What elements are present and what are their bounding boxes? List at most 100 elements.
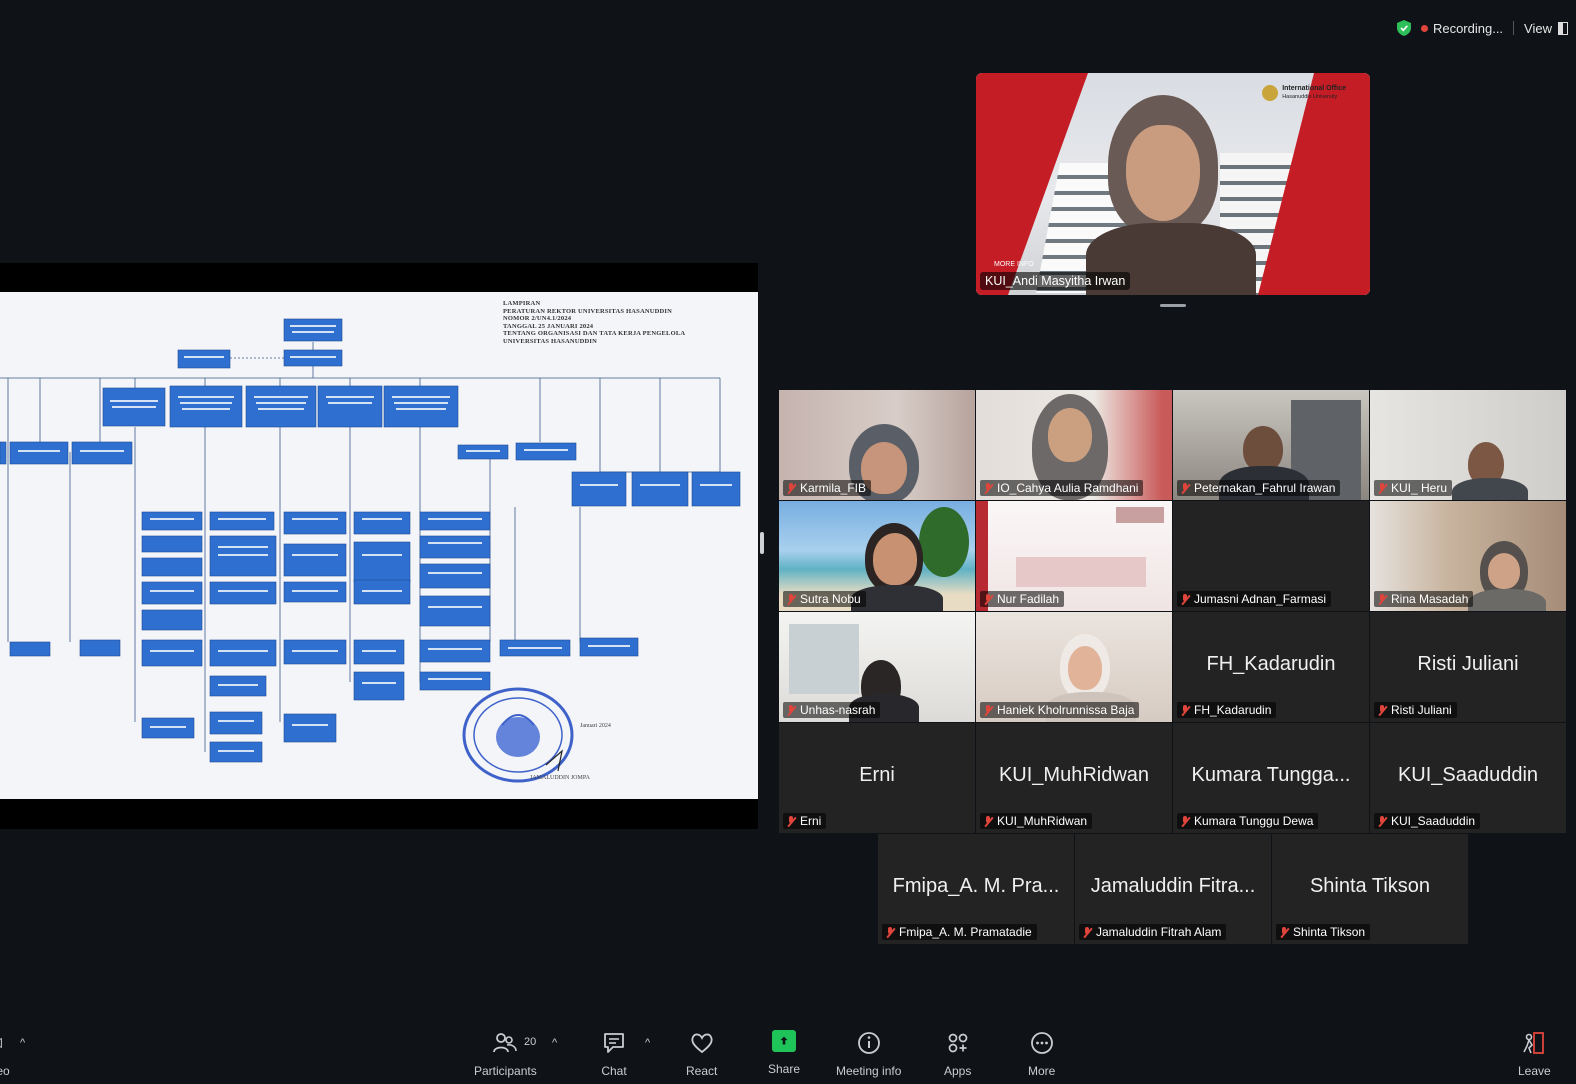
participant-name: IO_Cahya Aulia Ramdhani xyxy=(997,481,1139,495)
participants-label: Participants xyxy=(474,1064,537,1078)
participant-tile[interactable]: Rina Masadah xyxy=(1370,501,1566,611)
participant-name-tag: Nur Fadilah xyxy=(980,591,1065,607)
chat-button[interactable]: Chat xyxy=(601,1030,627,1078)
view-label: View xyxy=(1524,20,1552,36)
participants-icon xyxy=(493,1033,518,1053)
speaker-face xyxy=(1126,125,1200,221)
mic-muted-icon xyxy=(1180,593,1190,605)
mic-muted-icon xyxy=(983,704,993,716)
mic-muted-icon xyxy=(1377,815,1387,827)
participants-options-caret[interactable]: ^ xyxy=(552,1037,557,1049)
participant-name-tag: Jumasni Adnan_Farmasi xyxy=(1177,591,1332,607)
participant-name: Rina Masadah xyxy=(1391,592,1469,606)
participant-name-tag: Rina Masadah xyxy=(1374,591,1474,607)
participant-name: Jumasni Adnan_Farmasi xyxy=(1194,592,1327,606)
apps-button[interactable]: Apps xyxy=(944,1030,971,1078)
international-office-logo: International Office Hasanuddin Universi… xyxy=(1262,85,1346,101)
mic-muted-icon xyxy=(1082,926,1092,938)
participant-display-name: KUI_Saaduddin xyxy=(1397,764,1539,786)
doc-header-line: NOMOR 2/UN4.1/2024 xyxy=(503,315,572,323)
participant-tile[interactable]: Sutra Nobu xyxy=(779,501,975,611)
participant-tile[interactable]: Jumasni Adnan_Farmasi xyxy=(1173,501,1369,611)
share-screen-icon xyxy=(772,1030,797,1052)
participant-display-name: Risti Juliani xyxy=(1417,653,1519,675)
participant-display-name: FH_Kadarudin xyxy=(1206,653,1336,675)
participant-name-tag: Kumara Tunggu Dewa xyxy=(1177,813,1319,829)
mic-muted-icon xyxy=(1377,704,1387,716)
participant-face xyxy=(873,533,917,585)
participants-count: 20 xyxy=(524,1036,537,1048)
participant-name: Nur Fadilah xyxy=(997,592,1060,606)
mic-muted-icon xyxy=(885,926,895,938)
participant-tile[interactable]: Peternakan_Fahrul Irawan xyxy=(1173,390,1369,500)
shared-screen[interactable]: LAMPIRAN PERATURAN REKTOR UNIVERSITAS HA… xyxy=(0,263,758,829)
participant-tile[interactable]: Nur Fadilah xyxy=(976,501,1172,611)
participant-gallery-row: Fmipa_A. M. Pra... Fmipa_A. M. Pramatadi… xyxy=(878,834,1468,945)
participant-tile[interactable]: Kumara Tungga... Kumara Tunggu Dewa xyxy=(1173,723,1369,833)
participant-tile[interactable]: Karmila_FIB xyxy=(779,390,975,500)
participant-name-tag: Sutra Nobu xyxy=(783,591,866,607)
meeting-toolbar: eo ^ Participants 20 ^ Chat ^ React xyxy=(0,1020,1576,1084)
mic-muted-icon xyxy=(786,482,796,494)
more-button[interactable]: More xyxy=(1028,1030,1055,1078)
mic-muted-icon xyxy=(786,815,796,827)
participant-tile[interactable]: KUI_Saaduddin KUI_Saaduddin xyxy=(1370,723,1566,833)
participant-name-tag: Peternakan_Fahrul Irawan xyxy=(1177,480,1341,496)
top-status-bar: Recording... View xyxy=(1396,20,1568,36)
participant-display-name: Erni xyxy=(859,764,895,786)
shared-document: LAMPIRAN PERATURAN REKTOR UNIVERSITAS HA… xyxy=(0,292,758,799)
view-button[interactable]: View xyxy=(1524,21,1568,36)
palm-tree xyxy=(919,507,969,577)
chat-label: Chat xyxy=(601,1064,627,1078)
participant-name-tag: Risti Juliani xyxy=(1374,702,1457,718)
mic-muted-icon xyxy=(786,704,796,716)
participant-tile[interactable]: KUI_MuhRidwan KUI_MuhRidwan xyxy=(976,723,1172,833)
chat-options-caret[interactable]: ^ xyxy=(645,1037,650,1049)
participant-tile[interactable]: Unhas-nasrah xyxy=(779,612,975,722)
leave-label: Leave xyxy=(1518,1064,1551,1078)
recording-dot-icon xyxy=(1420,24,1428,32)
speaker-drag-handle[interactable] xyxy=(1160,304,1186,307)
mic-muted-icon xyxy=(1180,482,1190,494)
participant-display-name: Kumara Tungga... xyxy=(1191,764,1351,786)
mic-muted-icon xyxy=(1377,482,1387,494)
participant-name: Risti Juliani xyxy=(1391,703,1452,717)
video-button[interactable]: eo xyxy=(0,1030,10,1078)
university-emblem-icon xyxy=(1262,85,1279,101)
participant-tile[interactable]: Fmipa_A. M. Pra... Fmipa_A. M. Pramatadi… xyxy=(878,834,1074,944)
leave-icon xyxy=(1523,1032,1545,1054)
participant-display-name: Jamaluddin Fitra... xyxy=(1090,875,1256,897)
doc-header-line: TENTANG ORGANISASI DAN TATA KERJA PENGEL… xyxy=(503,330,686,338)
participant-name: Peternakan_Fahrul Irawan xyxy=(1194,481,1336,495)
leave-button[interactable]: Leave xyxy=(1518,1030,1551,1078)
participant-tile[interactable]: Jamaluddin Fitra... Jamaluddin Fitrah Al… xyxy=(1075,834,1271,944)
meeting-info-button[interactable]: Meeting info xyxy=(836,1030,901,1078)
participant-body xyxy=(1452,478,1528,500)
participant-name: KUI_MuhRidwan xyxy=(997,814,1088,828)
recording-indicator[interactable]: Recording... xyxy=(1420,21,1503,36)
participant-tile[interactable]: Haniek Kholrunnissa Baja xyxy=(976,612,1172,722)
participant-name-tag: Unhas-nasrah xyxy=(783,702,881,718)
doc-header-line: UNIVERSITAS HASANUDDIN xyxy=(503,337,598,345)
active-speaker-video[interactable]: International Office Hasanuddin Universi… xyxy=(976,73,1370,295)
participant-name-tag: Fmipa_A. M. Pramatadie xyxy=(882,924,1037,940)
mic-muted-icon xyxy=(1180,704,1190,716)
participant-tile[interactable]: FH_Kadarudin FH_Kadarudin xyxy=(1173,612,1369,722)
participant-display-name: Fmipa_A. M. Pra... xyxy=(892,875,1060,897)
video-label: eo xyxy=(0,1064,10,1078)
share-label: Share xyxy=(768,1062,801,1076)
participant-name: Haniek Kholrunnissa Baja xyxy=(997,703,1135,717)
participant-tile[interactable]: Risti Juliani Risti Juliani xyxy=(1370,612,1566,722)
react-button[interactable]: React xyxy=(686,1030,717,1078)
shield-icon[interactable] xyxy=(1396,20,1411,36)
share-button[interactable]: Share xyxy=(768,1030,800,1076)
participant-tile[interactable]: Shinta Tikson Shinta Tikson xyxy=(1272,834,1468,944)
participant-name: KUI_Saaduddin xyxy=(1391,814,1476,828)
video-options-caret[interactable]: ^ xyxy=(20,1037,25,1049)
participant-tile[interactable]: KUI_ Heru xyxy=(1370,390,1566,500)
participant-tile[interactable]: Erni Erni xyxy=(779,723,975,833)
resize-handle[interactable] xyxy=(760,532,764,554)
mic-muted-icon xyxy=(1180,815,1190,827)
university-seal-icon xyxy=(462,687,574,783)
participant-tile[interactable]: IO_Cahya Aulia Ramdhani xyxy=(976,390,1172,500)
